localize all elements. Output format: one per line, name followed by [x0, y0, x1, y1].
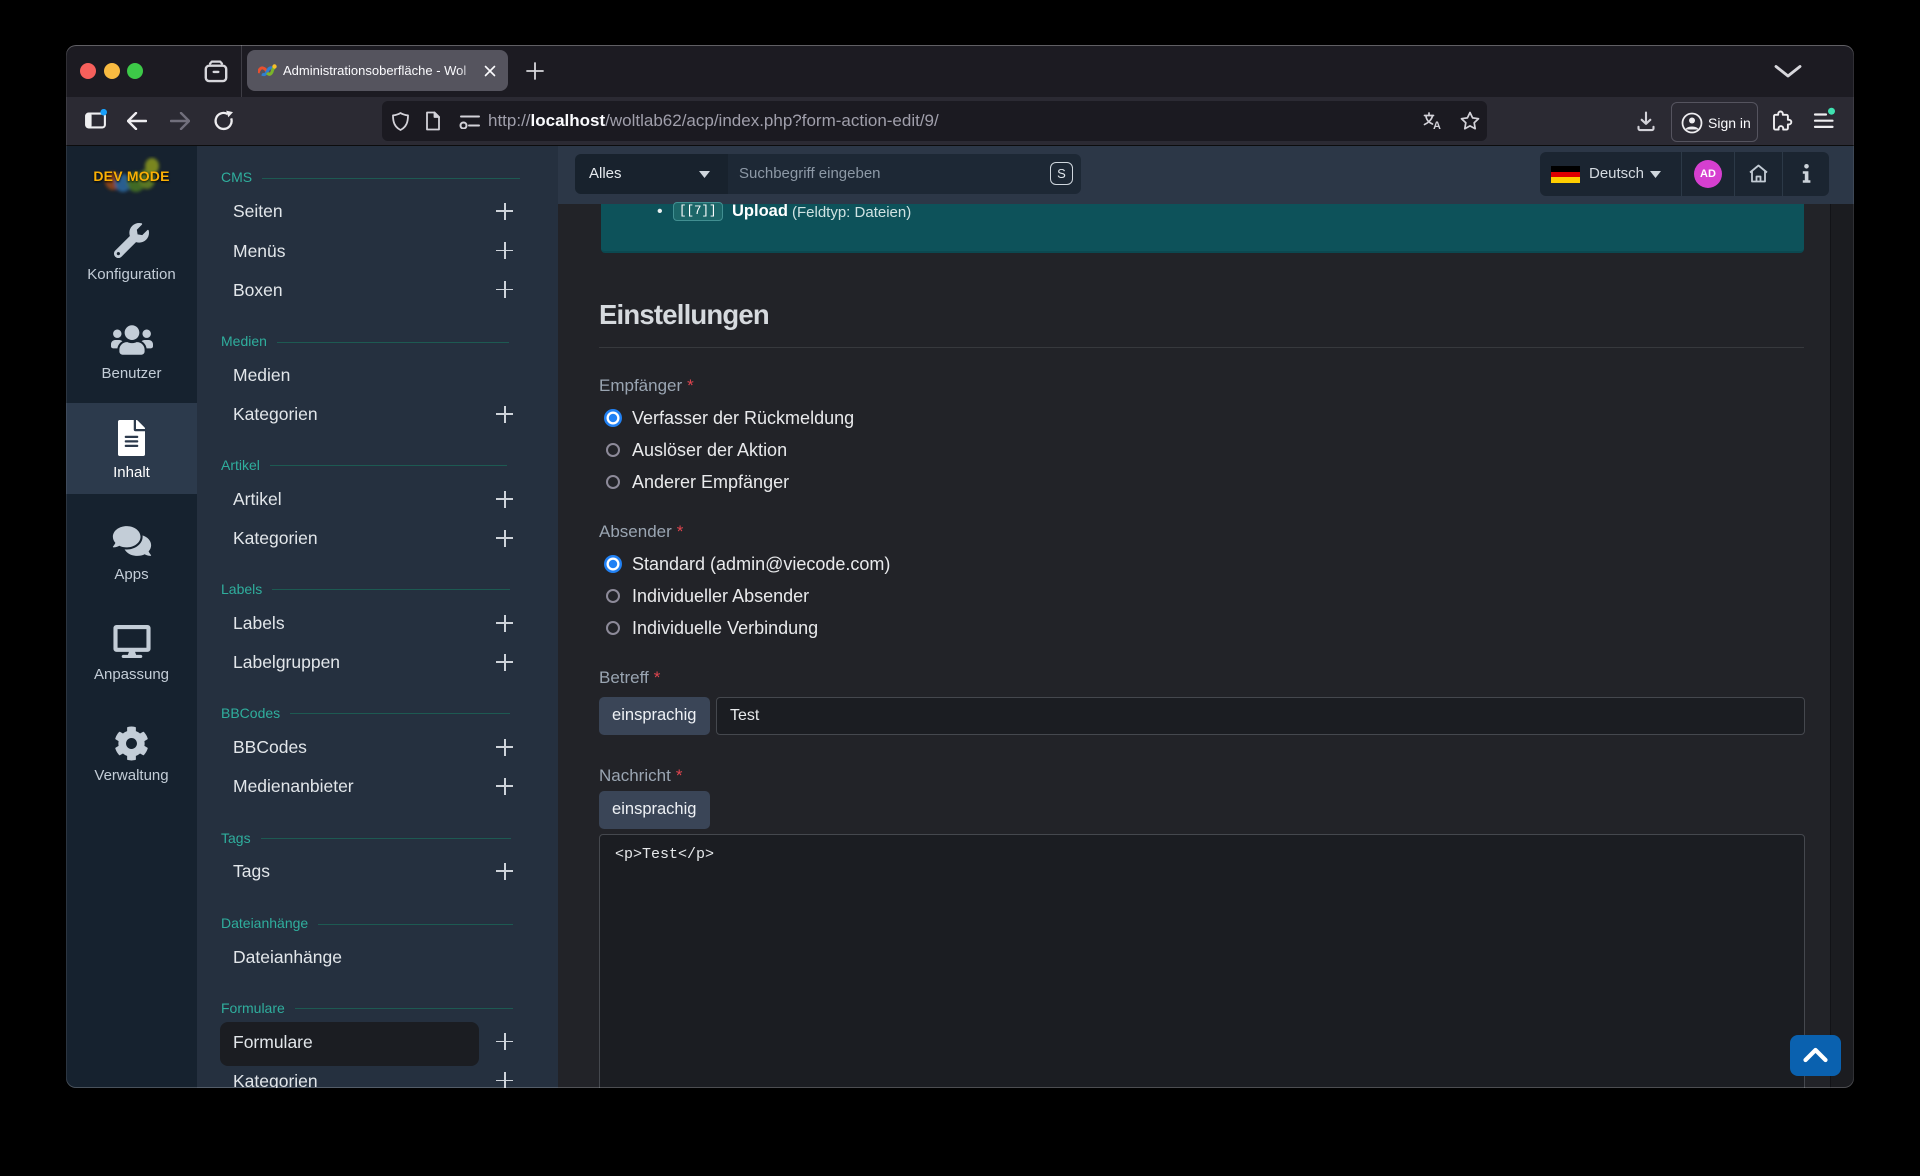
svg-text:A: A [1433, 120, 1441, 130]
